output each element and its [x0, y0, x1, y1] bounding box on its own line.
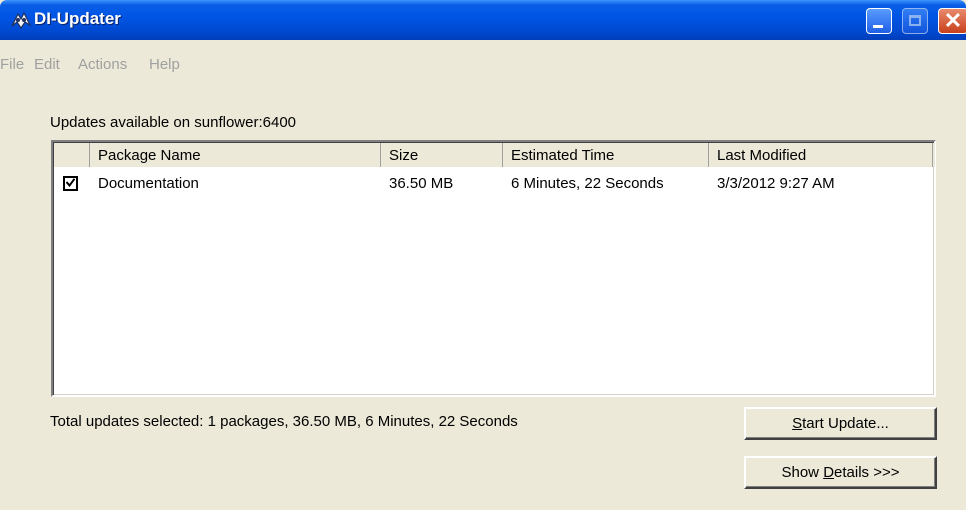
start-update-button[interactable]: Start Update... [744, 407, 937, 440]
menu-actions[interactable]: Actions [78, 56, 127, 73]
maximize-icon [909, 15, 921, 26]
list-header: Package Name Size Estimated Time Last Mo… [54, 143, 935, 167]
app-icon [11, 11, 32, 30]
window-title: DI-Updater [34, 9, 121, 28]
column-header-size[interactable]: Size [381, 143, 503, 167]
column-header-package-name[interactable]: Package Name [90, 143, 381, 167]
minimize-icon [873, 25, 883, 28]
column-header-check[interactable] [54, 143, 90, 167]
menu-edit[interactable]: Edit [34, 56, 60, 73]
checkmark-icon [66, 178, 75, 187]
maximize-button[interactable] [902, 8, 928, 34]
show-details-button[interactable]: Show Details >>> [744, 456, 937, 489]
updates-list[interactable]: Package Name Size Estimated Time Last Mo… [51, 140, 936, 397]
close-icon: ✕ [943, 8, 963, 33]
package-checkbox[interactable] [63, 176, 78, 191]
package-estimated-time: 6 Minutes, 22 Seconds [511, 175, 664, 192]
updates-available-label: Updates available on sunflower:6400 [50, 114, 296, 131]
package-size: 36.50 MB [389, 175, 454, 192]
total-selected-summary: Total updates selected: 1 packages, 36.5… [50, 413, 518, 430]
app-window: DI-Updater ✕ File Edit Actions Help Upda… [0, 0, 966, 510]
close-button[interactable]: ✕ [938, 8, 966, 34]
minimize-button[interactable] [866, 8, 892, 34]
package-name: Documentation [98, 175, 199, 192]
menu-file[interactable]: File [0, 56, 24, 73]
package-last-modified: 3/3/2012 9:27 AM [717, 175, 835, 192]
menu-help[interactable]: Help [149, 56, 180, 73]
title-bar[interactable]: DI-Updater ✕ [0, 0, 966, 40]
column-header-estimated-time[interactable]: Estimated Time [503, 143, 709, 167]
column-header-last-modified[interactable]: Last Modified [709, 143, 933, 167]
table-row[interactable]: Documentation 36.50 MB 6 Minutes, 22 Sec… [54, 172, 935, 196]
